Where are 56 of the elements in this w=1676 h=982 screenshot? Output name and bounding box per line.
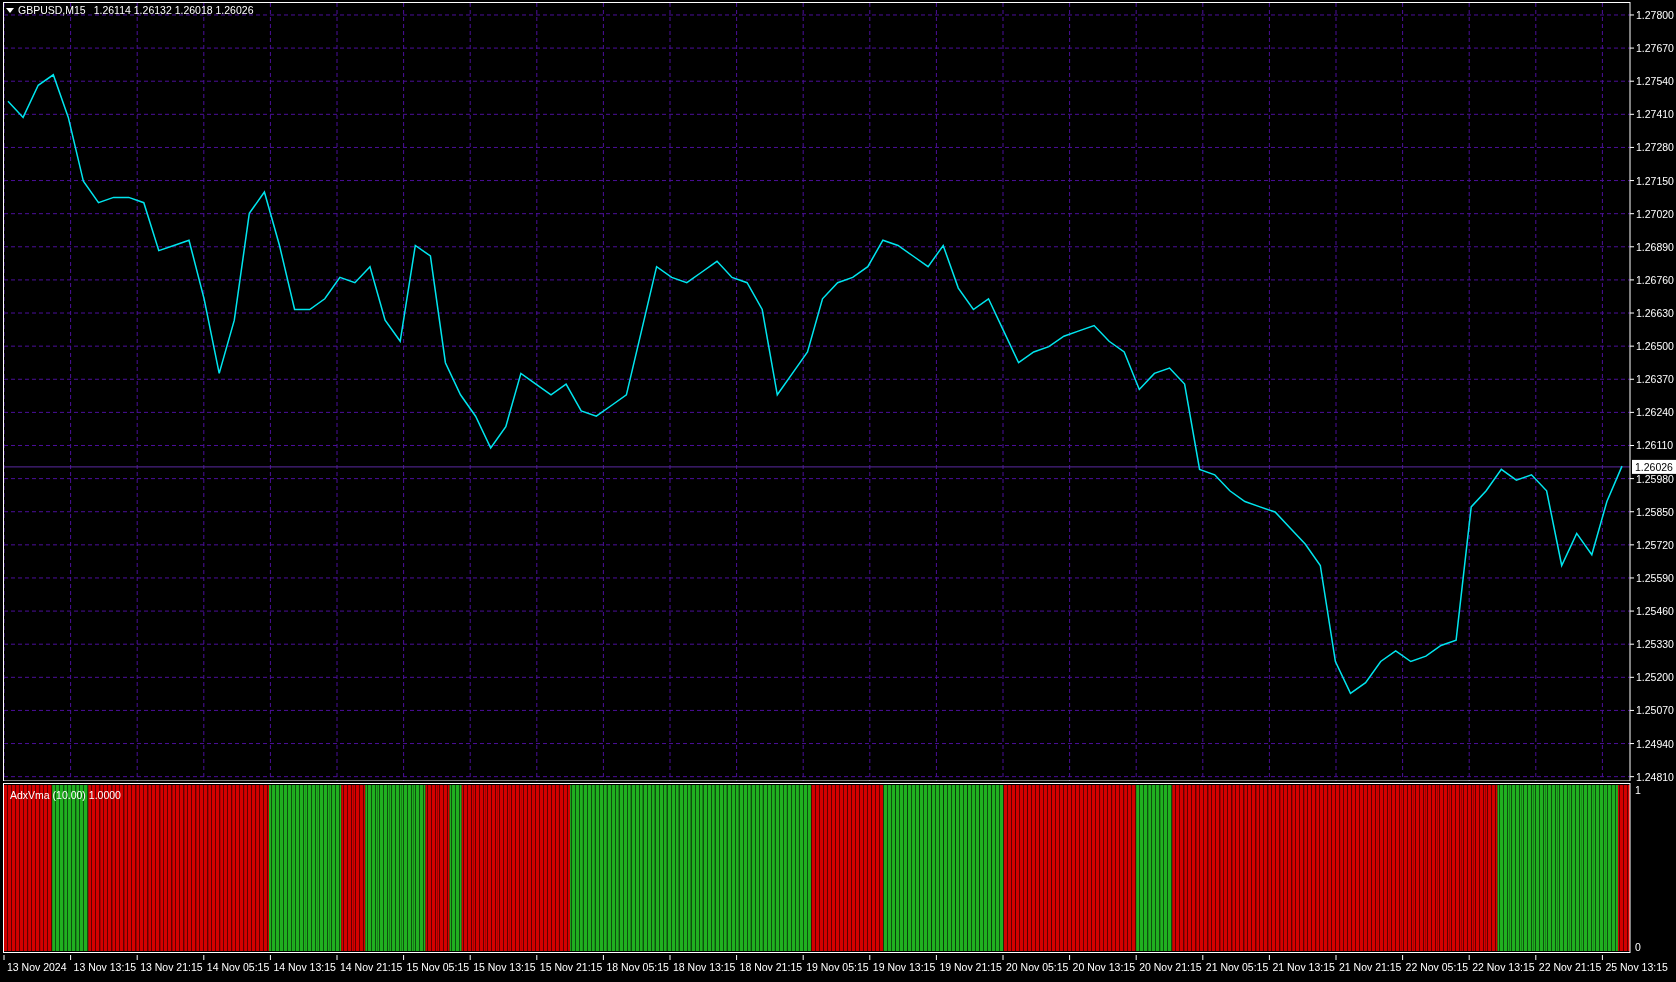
time-label: 19 Nov 05:15	[806, 961, 869, 973]
time-label: 15 Nov 05:15	[406, 961, 470, 973]
axis-label: 1.25980	[1636, 472, 1674, 485]
axis-label: 1.24940	[1636, 737, 1674, 750]
time-label: 25 Nov 13:15	[1605, 961, 1668, 973]
ohlc-values: 1.26114 1.26132 1.26018 1.26026	[93, 4, 254, 16]
time-label: 21 Nov 21:15	[1339, 961, 1402, 973]
time-label: 14 Nov 05:15	[206, 961, 270, 973]
axis-label: 1.26240	[1636, 406, 1674, 419]
axis-label: 1.27150	[1636, 174, 1674, 187]
indicator-label: AdxVma (10.00) 1.0000	[10, 789, 121, 801]
time-label: 15 Nov 21:15	[539, 961, 603, 973]
chart-symbol: GBPUSD,M15	[18, 4, 86, 16]
time-label: 18 Nov 21:15	[739, 961, 803, 973]
axis-label: 1.26760	[1636, 273, 1674, 286]
time-label: 13 Nov 2024	[7, 961, 67, 973]
axis-label: 1.25590	[1636, 571, 1674, 584]
time-label: 14 Nov 21:15	[340, 961, 403, 973]
axis-label: 1	[1635, 784, 1641, 796]
time-label: 19 Nov 21:15	[939, 961, 1002, 973]
axis-label: 1.26500	[1636, 340, 1674, 353]
time-label: 20 Nov 21:15	[1139, 961, 1202, 973]
axis-label: 1.26890	[1636, 240, 1674, 253]
time-label: 20 Nov 13:15	[1072, 961, 1136, 973]
time-label: 15 Nov 13:15	[473, 961, 536, 973]
axis-label: 1.27020	[1636, 207, 1674, 220]
time-label: 13 Nov 21:15	[140, 961, 203, 973]
axis-label: 1.27280	[1636, 141, 1674, 154]
axis-label: 1.27800	[1636, 8, 1674, 21]
time-label: 18 Nov 05:15	[606, 961, 669, 973]
axis-label: 1.25200	[1636, 671, 1674, 684]
axis-label: 1.25460	[1636, 605, 1674, 618]
time-label: 22 Nov 05:15	[1405, 961, 1469, 973]
axis-label: 1.27410	[1636, 108, 1674, 121]
axis-label: 1.26110	[1636, 439, 1674, 452]
time-label: 21 Nov 05:15	[1205, 961, 1269, 973]
caret-icon[interactable]	[6, 8, 14, 13]
time-label: 18 Nov 13:15	[673, 961, 736, 973]
time-label: 20 Nov 05:15	[1006, 961, 1069, 973]
time-label: 21 Nov 13:15	[1272, 961, 1335, 973]
axis-label: 1.25330	[1636, 638, 1674, 651]
time-label: 19 Nov 13:15	[872, 961, 936, 973]
axis-label: 1.25070	[1636, 704, 1674, 717]
axis-label: 1.27670	[1636, 42, 1674, 55]
axis-label: 1.24810	[1636, 770, 1674, 781]
axis-label: 1.26630	[1636, 307, 1674, 320]
time-label: 22 Nov 21:15	[1538, 961, 1602, 973]
time-label: 13 Nov 13:15	[73, 961, 137, 973]
axis-label: 1.26370	[1636, 373, 1674, 386]
price-label: 1.26026	[1632, 459, 1676, 474]
axis-label: 1.25720	[1636, 538, 1674, 551]
axis-label: 1.27540	[1636, 75, 1674, 88]
axis-label: 1.25850	[1636, 505, 1674, 518]
time-label: 14 Nov 13:15	[273, 961, 336, 973]
axis-label: 0	[1635, 941, 1641, 953]
time-label: 22 Nov 13:15	[1472, 961, 1535, 973]
